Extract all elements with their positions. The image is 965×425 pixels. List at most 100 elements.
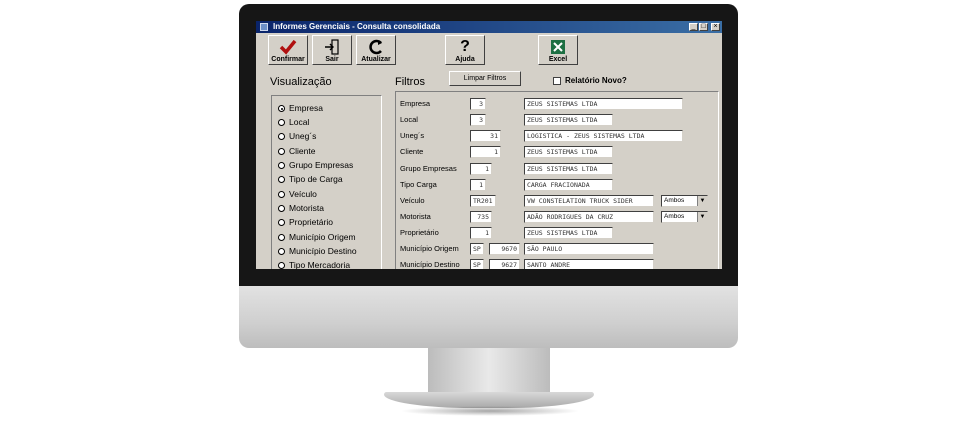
exit-door-icon bbox=[313, 38, 351, 55]
confirmar-button[interactable]: Confirmar bbox=[268, 35, 308, 65]
excel-label: Excel bbox=[548, 56, 568, 63]
radio-icon bbox=[278, 162, 285, 169]
radio-municipio-destino[interactable]: Município Destino bbox=[278, 245, 357, 257]
app-window: Informes Gerenciais - Consulta consolida… bbox=[256, 21, 722, 269]
filter-label: Local bbox=[400, 115, 418, 124]
atualizar-button[interactable]: Atualizar bbox=[356, 35, 396, 65]
veiculo-code-field[interactable]: TR201 bbox=[470, 195, 496, 207]
confirmar-label: Confirmar bbox=[271, 56, 305, 63]
origem-uf-field[interactable]: SP bbox=[470, 243, 484, 255]
sair-label: Sair bbox=[325, 56, 339, 63]
local-code-field[interactable]: 3 bbox=[470, 114, 486, 126]
window-title: Informes Gerenciais - Consulta consolida… bbox=[273, 22, 441, 31]
filter-label: Cliente bbox=[400, 147, 424, 156]
local-desc-field: ZEUS SISTEMAS LTDA bbox=[524, 114, 613, 126]
radio-icon bbox=[278, 119, 285, 126]
checkmark-icon bbox=[269, 38, 307, 55]
close-button[interactable]: × bbox=[711, 23, 720, 31]
filtros-panel: Empresa 3 ZEUS SISTEMAS LTDA Local 3 ZEU… bbox=[395, 91, 719, 269]
destino-desc-field: SANTO ANDRE bbox=[524, 259, 654, 269]
atualizar-label: Atualizar bbox=[361, 56, 391, 63]
filter-row-cliente: Cliente 1 ZEUS SISTEMAS LTDA bbox=[396, 146, 720, 159]
title-bar[interactable]: Informes Gerenciais - Consulta consolida… bbox=[256, 21, 722, 33]
minimize-button[interactable]: _ bbox=[689, 23, 698, 31]
filter-row-grupo-empresas: Grupo Empresas 1 ZEUS SISTEMAS LTDA bbox=[396, 163, 720, 176]
tipo-carga-desc-field: CARGA FRACIONADA bbox=[524, 179, 613, 191]
maximize-button[interactable]: □ bbox=[699, 23, 708, 31]
filter-row-empresa: Empresa 3 ZEUS SISTEMAS LTDA bbox=[396, 98, 720, 111]
relatorio-novo-label: Relatório Novo? bbox=[565, 76, 627, 85]
radio-icon bbox=[278, 248, 285, 255]
radio-icon bbox=[278, 262, 285, 269]
excel-button[interactable]: Excel bbox=[538, 35, 578, 65]
filter-label: Empresa bbox=[400, 99, 431, 108]
unegs-desc-field: LOGISTICA - ZEUS SISTEMAS LTDA bbox=[524, 130, 683, 142]
grupo-empresas-code-field[interactable]: 1 bbox=[470, 163, 492, 175]
proprietario-code-field[interactable]: 1 bbox=[470, 227, 492, 239]
filtros-heading: Filtros bbox=[395, 76, 425, 88]
filter-label: Grupo Empresas bbox=[400, 164, 457, 173]
visualizacao-heading: Visualização bbox=[270, 76, 332, 88]
app-icon bbox=[260, 23, 268, 31]
radio-tipo-mercadoria[interactable]: Tipo Mercadoria bbox=[278, 259, 350, 269]
proprietario-desc-field: ZEUS SISTEMAS LTDA bbox=[524, 227, 613, 239]
filter-label: Uneg´s bbox=[400, 131, 425, 140]
radio-cliente[interactable]: Cliente bbox=[278, 145, 315, 157]
radio-icon bbox=[278, 205, 285, 212]
destino-code-field[interactable]: 9627 bbox=[489, 259, 520, 269]
unegs-code-field[interactable]: 31 bbox=[470, 130, 501, 142]
visualizacao-panel: Empresa Local Uneg´s Cliente Grupo Empre… bbox=[271, 95, 382, 269]
dropdown-arrow-icon: ▼ bbox=[697, 196, 707, 206]
filter-row-municipio-origem: Município Origem SP 9670 SÃO PAULO bbox=[396, 243, 720, 256]
radio-grupo-empresas[interactable]: Grupo Empresas bbox=[278, 159, 353, 171]
refresh-icon bbox=[357, 38, 395, 55]
origem-code-field[interactable]: 9670 bbox=[489, 243, 520, 255]
help-question-icon: ? bbox=[460, 37, 470, 55]
filter-label: Tipo Carga bbox=[400, 180, 437, 189]
destino-uf-field[interactable]: SP bbox=[470, 259, 484, 269]
radio-selected-icon bbox=[278, 105, 285, 112]
dropdown-arrow-icon: ▼ bbox=[697, 212, 707, 222]
monitor-chin bbox=[239, 286, 738, 348]
monitor-shadow bbox=[400, 406, 580, 416]
radio-proprietario[interactable]: Proprietário bbox=[278, 216, 333, 228]
sair-button[interactable]: Sair bbox=[312, 35, 352, 65]
radio-icon bbox=[278, 148, 285, 155]
radio-motorista[interactable]: Motorista bbox=[278, 202, 324, 214]
origem-desc-field: SÃO PAULO bbox=[524, 243, 654, 255]
radio-icon bbox=[278, 234, 285, 241]
radio-unegs[interactable]: Uneg´s bbox=[278, 130, 316, 142]
filter-row-proprietario: Proprietário 1 ZEUS SISTEMAS LTDA bbox=[396, 227, 720, 240]
relatorio-novo-checkbox[interactable] bbox=[553, 77, 561, 85]
filter-row-veiculo: Veículo TR201 VW CONSTELATION TRUCK SIDE… bbox=[396, 195, 720, 208]
ajuda-label: Ajuda bbox=[455, 56, 475, 63]
filter-label: Proprietário bbox=[400, 228, 439, 237]
empresa-code-field[interactable]: 3 bbox=[470, 98, 486, 110]
limpar-filtros-button[interactable]: Limpar Filtros bbox=[449, 71, 521, 86]
grupo-empresas-desc-field: ZEUS SISTEMAS LTDA bbox=[524, 163, 613, 175]
filter-label: Motorista bbox=[400, 212, 431, 221]
ajuda-button[interactable]: ? Ajuda bbox=[445, 35, 485, 65]
veiculo-ambos-select[interactable]: Ambos ▼ bbox=[661, 195, 708, 207]
cliente-code-field[interactable]: 1 bbox=[470, 146, 501, 158]
veiculo-desc-field: VW CONSTELATION TRUCK SIDER bbox=[524, 195, 654, 207]
excel-icon bbox=[539, 38, 577, 55]
radio-municipio-origem[interactable]: Município Origem bbox=[278, 231, 356, 243]
filter-row-tipo-carga: Tipo Carga 1 CARGA FRACIONADA bbox=[396, 179, 720, 192]
tipo-carga-code-field[interactable]: 1 bbox=[470, 179, 486, 191]
cliente-desc-field: ZEUS SISTEMAS LTDA bbox=[524, 146, 613, 158]
radio-tipo-de-carga[interactable]: Tipo de Carga bbox=[278, 173, 343, 185]
filter-row-unegs: Uneg´s 31 LOGISTICA - ZEUS SISTEMAS LTDA bbox=[396, 130, 720, 143]
filter-row-local: Local 3 ZEUS SISTEMAS LTDA bbox=[396, 114, 720, 127]
filter-row-motorista: Motorista 735 ADÃO RODRIGUES DA CRUZ Amb… bbox=[396, 211, 720, 224]
radio-local[interactable]: Local bbox=[278, 116, 309, 128]
filter-row-municipio-destino: Município Destino SP 9627 SANTO ANDRE bbox=[396, 259, 720, 269]
filter-label: Município Origem bbox=[400, 244, 459, 253]
radio-veiculo[interactable]: Veículo bbox=[278, 188, 317, 200]
radio-empresa[interactable]: Empresa bbox=[278, 102, 323, 114]
radio-icon bbox=[278, 176, 285, 183]
motorista-desc-field: ADÃO RODRIGUES DA CRUZ bbox=[524, 211, 654, 223]
motorista-ambos-select[interactable]: Ambos ▼ bbox=[661, 211, 708, 223]
radio-icon bbox=[278, 219, 285, 226]
motorista-code-field[interactable]: 735 bbox=[470, 211, 492, 223]
